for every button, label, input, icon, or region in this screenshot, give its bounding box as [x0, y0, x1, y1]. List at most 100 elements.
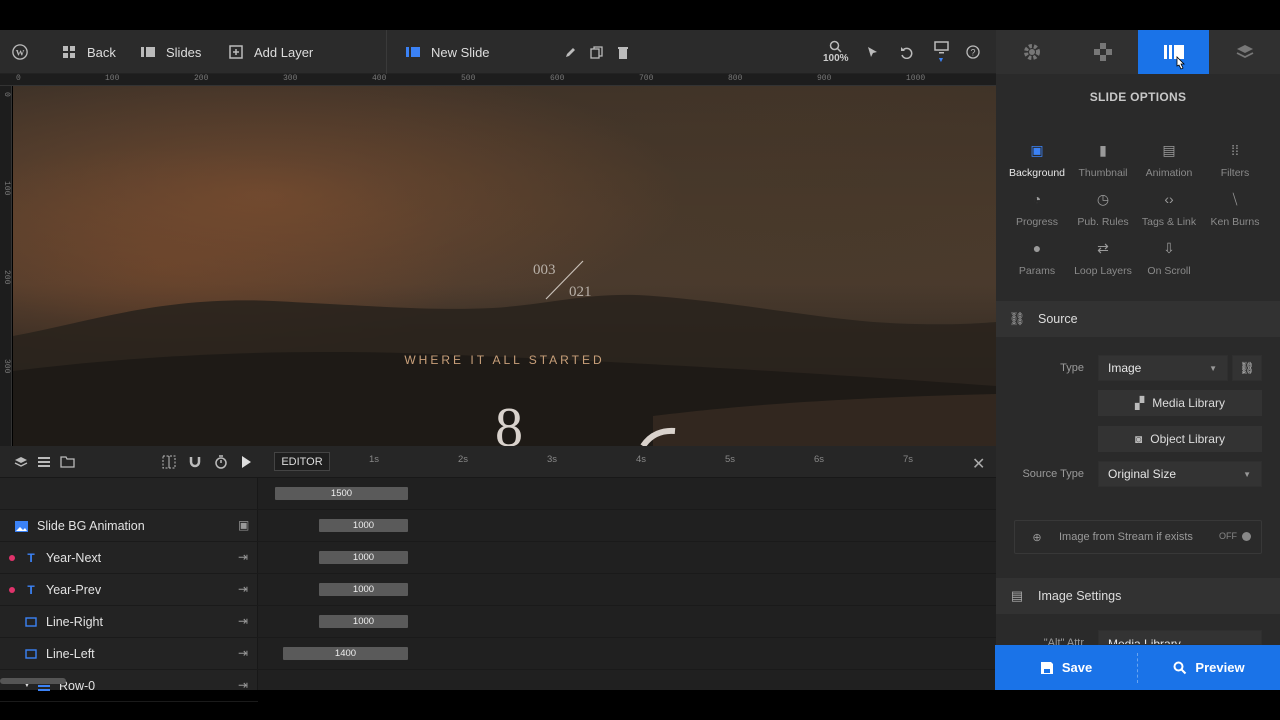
ruler-tick: 900 — [817, 74, 832, 83]
layer-list-item[interactable]: ▼ Row-0 ⇥ — [0, 670, 258, 702]
option-params[interactable]: ● Params — [1004, 240, 1070, 277]
layer-duration-bar[interactable]: 1000 — [319, 583, 408, 596]
layer-duration-bar[interactable]: 1000 — [319, 519, 408, 532]
image-settings-title: Image Settings — [1038, 589, 1122, 603]
folder-icon[interactable] — [60, 455, 75, 473]
time-tick: 6s — [814, 454, 825, 465]
layer-duration-bar[interactable]: 1000 — [319, 551, 408, 564]
option-filters[interactable]: ⁞⁞ Filters — [1202, 142, 1268, 179]
zoom-control[interactable]: 100% — [823, 30, 849, 74]
source-type-select[interactable]: Original Size ▼ — [1098, 461, 1262, 487]
magnet-icon[interactable] — [188, 455, 202, 474]
media-library-button[interactable]: ▞ Media Library — [1098, 390, 1262, 416]
info-icon: ● — [1032, 240, 1042, 256]
delete-slide-button[interactable] — [615, 30, 631, 74]
grid-icon — [61, 44, 77, 60]
grid-icon: ⁞⁞ — [1231, 142, 1239, 158]
media-library-label: Media Library — [1152, 396, 1225, 410]
snap-grid-icon[interactable] — [162, 455, 176, 474]
timeline-layer-row[interactable]: 1000 — [0, 574, 996, 606]
object-library-button[interactable]: ◙ Object Library — [1098, 426, 1262, 452]
option-background[interactable]: ▣ Background — [1004, 142, 1070, 179]
headline-text[interactable]: WHERE IT ALL STARTED — [13, 353, 996, 367]
alt-attr-select[interactable]: Media Library — [1098, 630, 1262, 645]
back-button[interactable]: Back — [61, 30, 116, 74]
gear-icon — [1023, 44, 1040, 60]
option-on-scroll[interactable]: ⇩ On Scroll — [1136, 240, 1202, 277]
ruler-tick: 1000 — [906, 74, 926, 83]
preview-button[interactable]: Preview — [1138, 645, 1280, 690]
list-icon[interactable] — [37, 455, 51, 474]
timeline-layer-row[interactable]: 1000 — [0, 606, 996, 638]
horizontal-scrollbar[interactable] — [0, 678, 66, 684]
tab-layer-options[interactable] — [1209, 30, 1280, 74]
timeline-layer-row[interactable]: 1000 — [0, 542, 996, 574]
slide-selector[interactable]: New Slide — [405, 30, 490, 74]
add-layer-button[interactable]: Add Layer — [228, 30, 313, 74]
device-preview-button[interactable]: ▼ — [933, 30, 949, 74]
vertical-ruler: 0 100 200 300 — [0, 86, 12, 446]
slides-icon — [140, 44, 156, 60]
play-icon[interactable] — [240, 455, 252, 474]
ruler-tick: 200 — [194, 74, 209, 83]
layer-duration-bar[interactable]: 1000 — [319, 615, 408, 628]
slide-canvas[interactable]: 8 003 021 WHERE IT ALL STARTED — [13, 86, 996, 446]
ruler-tick: 600 — [550, 74, 565, 83]
option-pub-rules[interactable]: ◷ Pub. Rules — [1070, 191, 1136, 228]
image-settings-section-header[interactable]: ▤ Image Settings — [996, 578, 1280, 614]
source-type-label: Source Type — [1022, 468, 1084, 480]
horizontal-ruler: 0 100 200 300 400 500 600 700 800 900 1000 — [0, 74, 996, 86]
layer-duration-bar[interactable]: 1500 — [275, 487, 408, 500]
duplicate-slide-button[interactable] — [588, 30, 604, 74]
option-label: Filters — [1220, 167, 1250, 179]
type-select[interactable]: Image ▼ — [1098, 355, 1228, 381]
undo-button[interactable] — [898, 30, 914, 74]
ruler-tick: 400 — [372, 74, 387, 83]
stream-toggle[interactable]: OFF — [1219, 531, 1251, 541]
save-button[interactable]: Save — [995, 645, 1137, 690]
align-end-icon[interactable]: ⇥ — [238, 678, 248, 692]
svg-text:?: ? — [970, 48, 975, 58]
edit-slide-button[interactable] — [562, 30, 578, 74]
option-label: Thumbnail — [1078, 167, 1128, 179]
undo-icon — [898, 44, 914, 60]
stream-toggle-state: OFF — [1219, 531, 1237, 541]
option-progress[interactable]: ◔ Progress — [1004, 191, 1070, 228]
navigation-icon — [1093, 43, 1112, 61]
tab-navigation[interactable] — [1067, 30, 1138, 74]
slide-icon — [405, 44, 421, 60]
panel-tabs — [996, 30, 1280, 74]
slide-counter-total: 021 — [569, 284, 592, 300]
timeline-layer-row[interactable]: 1500 — [0, 478, 996, 510]
ruler-tick: 100 — [2, 181, 11, 196]
stopwatch-icon: ◔ — [1032, 191, 1042, 207]
editor-tab[interactable]: EDITOR — [274, 452, 330, 471]
option-label: Pub. Rules — [1077, 216, 1129, 228]
pencil-icon — [562, 44, 578, 60]
option-animation[interactable]: ▤ Animation — [1136, 142, 1202, 179]
slides-button[interactable]: Slides — [140, 30, 201, 74]
close-timeline-icon[interactable]: ✕ — [972, 454, 985, 474]
mouse-pointer-icon — [1176, 56, 1185, 70]
ruler-tick: 300 — [2, 359, 11, 374]
option-loop-layers[interactable]: ⇄ Loop Layers — [1070, 240, 1136, 277]
stopwatch-icon[interactable] — [214, 455, 228, 474]
tab-module-settings[interactable] — [996, 30, 1067, 74]
layer-duration-bar[interactable]: 1400 — [283, 647, 408, 660]
tab-slide-options[interactable] — [1138, 30, 1209, 74]
timeline-layer-row[interactable]: 1000 — [0, 510, 996, 542]
option-ken-burns[interactable]: ⧹ Ken Burns — [1202, 191, 1268, 228]
ruler-tick: 200 — [2, 270, 11, 285]
wordpress-logo-button[interactable]: W — [12, 30, 28, 74]
timeline-layer-row[interactable]: 1400 — [0, 638, 996, 670]
option-tags-link[interactable]: ‹› Tags & Link — [1136, 191, 1202, 228]
option-thumbnail[interactable]: ▮ Thumbnail — [1070, 142, 1136, 179]
layers-icon[interactable] — [14, 455, 28, 474]
desktop-icon — [933, 41, 949, 55]
help-button[interactable]: ? — [965, 30, 981, 74]
source-section-header[interactable]: ⛓ Source — [996, 301, 1280, 337]
wordpress-icon: W — [12, 44, 28, 60]
select-tool-button[interactable] — [864, 30, 880, 74]
toggle-knob — [1242, 531, 1251, 541]
link-source-button[interactable]: ⛓ — [1232, 355, 1262, 381]
